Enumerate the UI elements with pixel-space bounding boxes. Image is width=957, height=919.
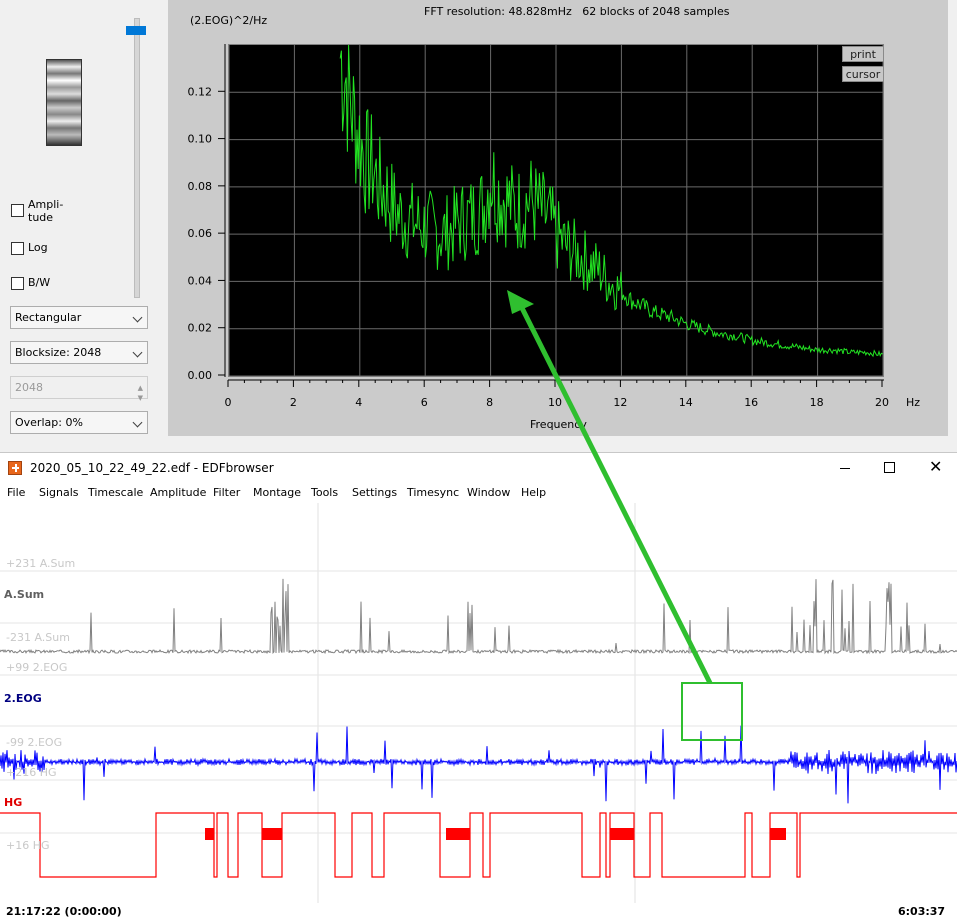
print-button[interactable]: print	[842, 46, 884, 62]
close-button[interactable]: ✕	[914, 453, 954, 483]
hg-trace	[0, 812, 957, 878]
menu-timescale[interactable]: Timescale	[88, 486, 143, 499]
y-scale-slider-track[interactable]	[134, 18, 140, 298]
signal-view[interactable]: +231 A.Sum A.Sum -231 A.Sum +99 2.EOG 2.…	[0, 503, 957, 919]
blocksize-select[interactable]: Blocksize: 2048	[10, 341, 148, 364]
menu-window[interactable]: Window	[467, 486, 510, 499]
hg-mid-scale: +16 HG	[6, 839, 50, 852]
maximize-icon	[884, 462, 895, 473]
fft-window: Ampli- tude Log B/W Rectangular Blocksiz…	[0, 0, 957, 452]
blocksize-value: Blocksize: 2048	[15, 346, 102, 359]
hg-signal-label[interactable]: HG	[4, 796, 22, 809]
hg-burst-block	[610, 828, 634, 840]
window-function-select[interactable]: Rectangular	[10, 306, 148, 329]
y-axis-label: (2.EOG)^2/Hz	[190, 14, 268, 27]
hg-burst-block	[262, 828, 282, 840]
window-function-value: Rectangular	[15, 311, 82, 324]
asum-bottom-scale: -231 A.Sum	[6, 631, 70, 644]
menu-montage[interactable]: Montage	[253, 486, 301, 499]
start-time-label: 21:17:22 (0:00:00)	[6, 905, 122, 918]
x-axis-unit: Hz	[906, 396, 921, 409]
fft-header: FFT resolution: 48.828mHz 62 blocks of 2…	[424, 5, 730, 18]
x-axis-label: Frequency	[530, 418, 587, 431]
end-time-label: 6:03:37	[898, 905, 946, 918]
overlap-select[interactable]: Overlap: 0%	[10, 411, 148, 434]
title-bar: 2020_05_10_22_49_22.edf - EDFbrowser ✕	[0, 453, 957, 483]
asum-top-scale: +231 A.Sum	[6, 557, 76, 570]
edfbrowser-window: 2020_05_10_22_49_22.edf - EDFbrowser ✕ F…	[0, 452, 957, 919]
menu-settings[interactable]: Settings	[352, 486, 397, 499]
menu-tools[interactable]: Tools	[311, 486, 338, 499]
asum-trace	[0, 578, 957, 655]
fft-plot-area[interactable]	[228, 44, 884, 377]
minimize-button[interactable]	[826, 453, 866, 483]
minimize-icon	[840, 468, 850, 469]
eog-bottom-scale: -99 2.EOG	[6, 736, 63, 749]
menu-amplitude[interactable]: Amplitude	[150, 486, 206, 499]
eog-top-scale: +99 2.EOG	[6, 661, 68, 674]
hg-burst-block	[446, 828, 470, 840]
blocksize-spin-value: 2048	[15, 381, 43, 394]
menu-help[interactable]: Help	[521, 486, 546, 499]
blocksize-spinbox[interactable]: 2048 ▲ ▼	[10, 376, 148, 402]
menu-signals[interactable]: Signals	[39, 486, 79, 499]
log-checkbox[interactable]	[11, 242, 24, 255]
chevron-down-icon	[132, 312, 143, 323]
menu-bar: File Signals Timescale Amplitude Filter …	[0, 483, 957, 503]
y-scale-slider-handle[interactable]	[126, 26, 146, 35]
cursor-button[interactable]: cursor	[842, 66, 884, 82]
eog-trace	[0, 725, 957, 804]
bw-checkbox[interactable]	[11, 277, 24, 290]
app-icon	[8, 461, 22, 475]
hg-burst-block	[205, 828, 214, 840]
spectrum-line	[339, 45, 883, 358]
overlap-value: Overlap: 0%	[15, 416, 83, 429]
signal-traces	[0, 503, 957, 903]
fft-spectrum-chart	[229, 45, 883, 376]
eog-signal-label[interactable]: 2.EOG	[4, 692, 42, 705]
amplitude-label: Ampli- tude	[28, 198, 64, 224]
hg-top-scale: +216 HG	[6, 766, 57, 779]
menu-filter[interactable]: Filter	[213, 486, 240, 499]
chevron-down-icon	[132, 417, 143, 428]
menu-timesync[interactable]: Timesync	[407, 486, 459, 499]
asum-signal-label[interactable]: A.Sum	[4, 588, 44, 601]
color-scale-bar	[46, 59, 82, 146]
menu-file[interactable]: File	[7, 486, 25, 499]
amplitude-checkbox[interactable]	[11, 204, 24, 217]
maximize-button[interactable]	[870, 453, 910, 483]
spin-down-icon: ▼	[137, 394, 143, 402]
close-icon: ✕	[929, 457, 943, 476]
hg-burst-block	[770, 828, 786, 840]
chevron-down-icon	[132, 347, 143, 358]
bw-label: B/W	[28, 276, 51, 289]
log-label: Log	[28, 241, 48, 254]
window-title: 2020_05_10_22_49_22.edf - EDFbrowser	[30, 461, 274, 475]
